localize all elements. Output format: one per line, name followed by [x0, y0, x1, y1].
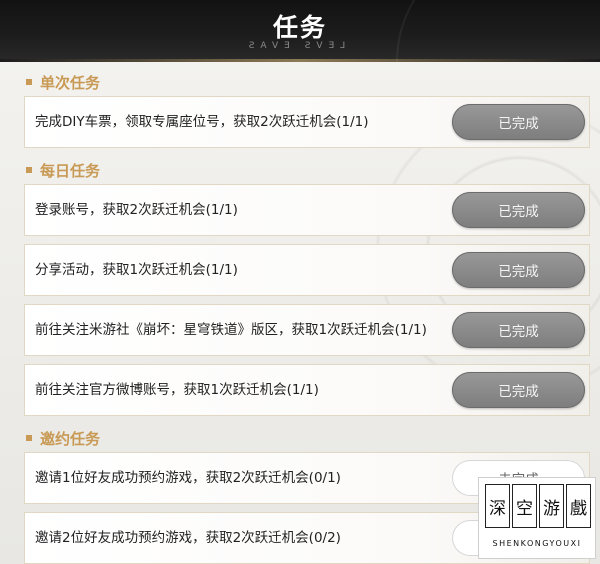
- watermark-logo: 深 空 游 戲 SHENKONGYOUXI: [478, 477, 596, 559]
- section-title-invite: 邀约任务: [24, 424, 590, 452]
- watermark-latin: SHENKONGYOUXI: [492, 539, 582, 548]
- section-title-single: 单次任务: [24, 68, 590, 96]
- watermark-chars: 深 空 游 戲: [485, 484, 591, 528]
- task-text: 前往关注官方微博账号，获取1次跃迁机会(1/1): [35, 381, 319, 398]
- watermark-char: 空: [512, 484, 537, 528]
- task-text: 邀请2位好友成功预约游戏，获取2次跃迁机会(0/2): [35, 529, 341, 546]
- section-mark-icon: [26, 435, 32, 441]
- watermark-char: 游: [539, 484, 564, 528]
- page-header: 任务 ƧAVƎ ƧVƎ⅃: [0, 0, 600, 62]
- task-status-button[interactable]: 已完成: [452, 192, 585, 228]
- task-row: 登录账号，获取2次跃迁机会(1/1) 已完成: [24, 184, 590, 236]
- task-row: 分享活动，获取1次跃迁机会(1/1) 已完成: [24, 244, 590, 296]
- section-title-label: 邀约任务: [40, 429, 101, 448]
- task-text: 分享活动，获取1次跃迁机会(1/1): [35, 261, 238, 278]
- watermark-char: 深: [485, 484, 510, 528]
- section-title-label: 每日任务: [40, 161, 101, 180]
- task-text: 完成DIY车票，领取专属座位号，获取2次跃迁机会(1/1): [35, 113, 369, 130]
- page-title: 任务: [272, 13, 327, 42]
- task-row: 完成DIY车票，领取专属座位号，获取2次跃迁机会(1/1) 已完成: [24, 96, 590, 148]
- section-mark-icon: [26, 167, 32, 173]
- task-status-button[interactable]: 已完成: [452, 104, 585, 140]
- task-row: 前往关注米游社《崩坏：星穹铁道》版区，获取1次跃迁机会(1/1) 已完成: [24, 304, 590, 356]
- task-row: 前往关注官方微博账号，获取1次跃迁机会(1/1) 已完成: [24, 364, 590, 416]
- section-mark-icon: [26, 79, 32, 85]
- task-text: 前往关注米游社《崩坏：星穹铁道》版区，获取1次跃迁机会(1/1): [35, 321, 427, 338]
- task-text: 登录账号，获取2次跃迁机会(1/1): [35, 201, 238, 218]
- task-status-button[interactable]: 已完成: [452, 252, 585, 288]
- task-status-button[interactable]: 已完成: [452, 372, 585, 408]
- page-subtitle: ƧAVƎ ƧVƎ⅃: [248, 41, 352, 51]
- watermark-char: 戲: [566, 484, 591, 528]
- task-status-button[interactable]: 已完成: [452, 312, 585, 348]
- section-title-label: 单次任务: [40, 73, 101, 92]
- section-title-daily: 每日任务: [24, 156, 590, 184]
- task-text: 邀请1位好友成功预约游戏，获取2次跃迁机会(0/1): [35, 469, 341, 486]
